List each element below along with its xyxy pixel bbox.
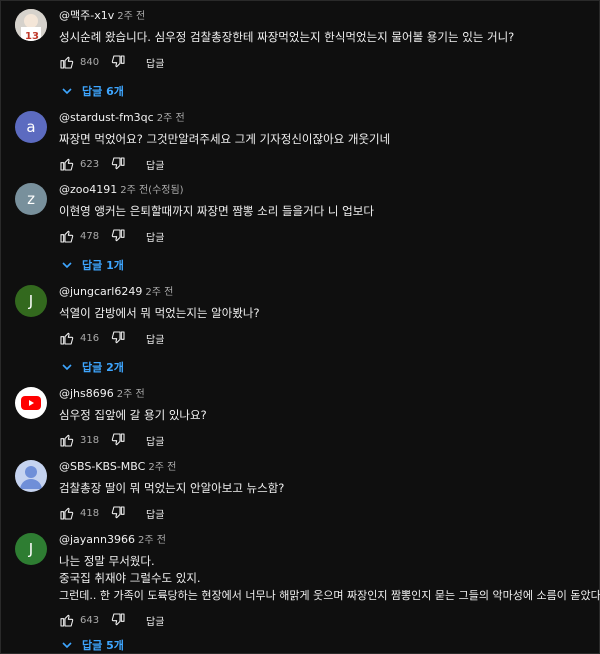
view-replies-button[interactable]: 답글 2개 bbox=[61, 359, 591, 375]
comment-text: 심우정 집앞에 갈 용기 있나요? bbox=[59, 408, 207, 422]
comment-text: 성시순례 왔습니다. 심우정 검찰총장한테 짜장먹었는지 한식먹었는지 물어볼 … bbox=[59, 30, 515, 44]
comment-text: 짜장면 먹었어요? 그것만알려주세요 그게 기자정신이잖아요 개웃기네 bbox=[59, 132, 391, 146]
thumbs-down-icon[interactable] bbox=[110, 156, 126, 172]
comment-time[interactable]: 2주 전 bbox=[117, 389, 145, 400]
thumbs-down-icon[interactable] bbox=[110, 228, 126, 244]
thumbs-up-icon[interactable] bbox=[59, 612, 75, 628]
avatar-image-icon: 13 bbox=[15, 9, 47, 41]
comment-text: 석열이 감방에서 뭐 먹었는지는 알아봤나? bbox=[59, 306, 260, 320]
comment-time[interactable]: 2주 전 bbox=[138, 535, 166, 546]
reply-button[interactable]: 답글 bbox=[146, 55, 164, 70]
default-person-icon bbox=[20, 466, 42, 489]
like-count: 318 bbox=[80, 434, 100, 446]
reply-button[interactable]: 답글 bbox=[146, 506, 164, 521]
reply-button[interactable]: 답글 bbox=[146, 613, 164, 628]
reply-button[interactable]: 답글 bbox=[146, 331, 164, 346]
avatar[interactable]: 13 bbox=[15, 9, 47, 41]
comments-panel: 13 @맥주-x1v 2주 전 성시순례 왔습니다. 심우정 검찰총장한테 짜장먹… bbox=[0, 0, 600, 654]
view-replies-button[interactable]: 답글 5개 bbox=[61, 637, 591, 653]
thumbs-down-icon[interactable] bbox=[110, 54, 126, 70]
comment-time[interactable]: 2주 전(수정됨) bbox=[120, 185, 183, 196]
comment-author[interactable]: @zoo4191 bbox=[59, 183, 117, 196]
thumbs-down-icon[interactable] bbox=[110, 505, 126, 521]
comment-time[interactable]: 2주 전 bbox=[145, 287, 173, 298]
avatar[interactable] bbox=[15, 460, 47, 492]
thumbs-up-icon[interactable] bbox=[59, 330, 75, 346]
comment-text: 나는 정말 무서웠다. 중국집 취재야 그럴수도 있지. 그런데.. 한 가족이… bbox=[59, 554, 600, 602]
comment-text: 이현영 앵커는 은퇴할때까지 짜장면 짬뽕 소리 들을거다 니 업보다 bbox=[59, 204, 374, 218]
thumbs-up-icon[interactable] bbox=[59, 432, 75, 448]
replies-count: 답글 5개 bbox=[82, 639, 124, 652]
thumbs-down-icon[interactable] bbox=[110, 432, 126, 448]
comment-time[interactable]: 2주 전 bbox=[117, 11, 145, 22]
comment-time[interactable]: 2주 전 bbox=[148, 462, 176, 473]
thumbs-down-icon[interactable] bbox=[110, 612, 126, 628]
view-replies-button[interactable]: 답글 6개 bbox=[61, 83, 591, 99]
avatar[interactable]: a bbox=[15, 111, 47, 143]
like-count: 623 bbox=[80, 158, 100, 170]
comment-author[interactable]: @SBS-KBS-MBC bbox=[59, 460, 145, 473]
avatar-letter: a bbox=[26, 118, 36, 136]
avatar-letter: J bbox=[28, 292, 34, 310]
avatar[interactable] bbox=[15, 387, 47, 419]
replies-count: 답글 1개 bbox=[82, 259, 124, 272]
thumbs-up-icon[interactable] bbox=[59, 54, 75, 70]
reply-button[interactable]: 답글 bbox=[146, 229, 164, 244]
thumbs-down-icon[interactable] bbox=[110, 330, 126, 346]
replies-count: 답글 6개 bbox=[82, 85, 124, 98]
like-count: 418 bbox=[80, 507, 100, 519]
chevron-down-icon bbox=[62, 88, 72, 95]
like-count: 416 bbox=[80, 332, 100, 344]
comment-author[interactable]: @stardust-fm3qc bbox=[59, 111, 154, 124]
avatar-letter: J bbox=[28, 540, 34, 558]
comment-time[interactable]: 2주 전 bbox=[157, 113, 185, 124]
chevron-down-icon bbox=[62, 262, 72, 269]
youtube-logo-icon bbox=[21, 396, 41, 410]
thumbs-up-icon[interactable] bbox=[59, 156, 75, 172]
chevron-down-icon bbox=[62, 364, 72, 371]
reply-button[interactable]: 답글 bbox=[146, 157, 164, 172]
thumbs-up-icon[interactable] bbox=[59, 505, 75, 521]
comment-author[interactable]: @jungcarl6249 bbox=[59, 285, 142, 298]
svg-text:13: 13 bbox=[25, 31, 39, 41]
view-replies-button[interactable]: 답글 1개 bbox=[61, 257, 591, 273]
avatar-letter: z bbox=[27, 190, 35, 208]
chevron-down-icon bbox=[62, 642, 72, 649]
avatar[interactable]: J bbox=[15, 285, 47, 317]
thumbs-up-icon[interactable] bbox=[59, 228, 75, 244]
avatar[interactable]: z bbox=[15, 183, 47, 215]
reply-button[interactable]: 답글 bbox=[146, 433, 164, 448]
comment-author[interactable]: @맥주-x1v bbox=[59, 9, 114, 22]
comment-author[interactable]: @jayann3966 bbox=[59, 533, 135, 546]
comment-author[interactable]: @jhs8696 bbox=[59, 387, 114, 400]
like-count: 840 bbox=[80, 56, 100, 68]
like-count: 478 bbox=[80, 230, 100, 242]
replies-count: 답글 2개 bbox=[82, 361, 124, 374]
avatar[interactable]: J bbox=[15, 533, 47, 565]
comment-text: 검찰총장 딸이 뭐 먹었는지 안알아보고 뉴스함? bbox=[59, 481, 285, 495]
like-count: 643 bbox=[80, 614, 100, 626]
